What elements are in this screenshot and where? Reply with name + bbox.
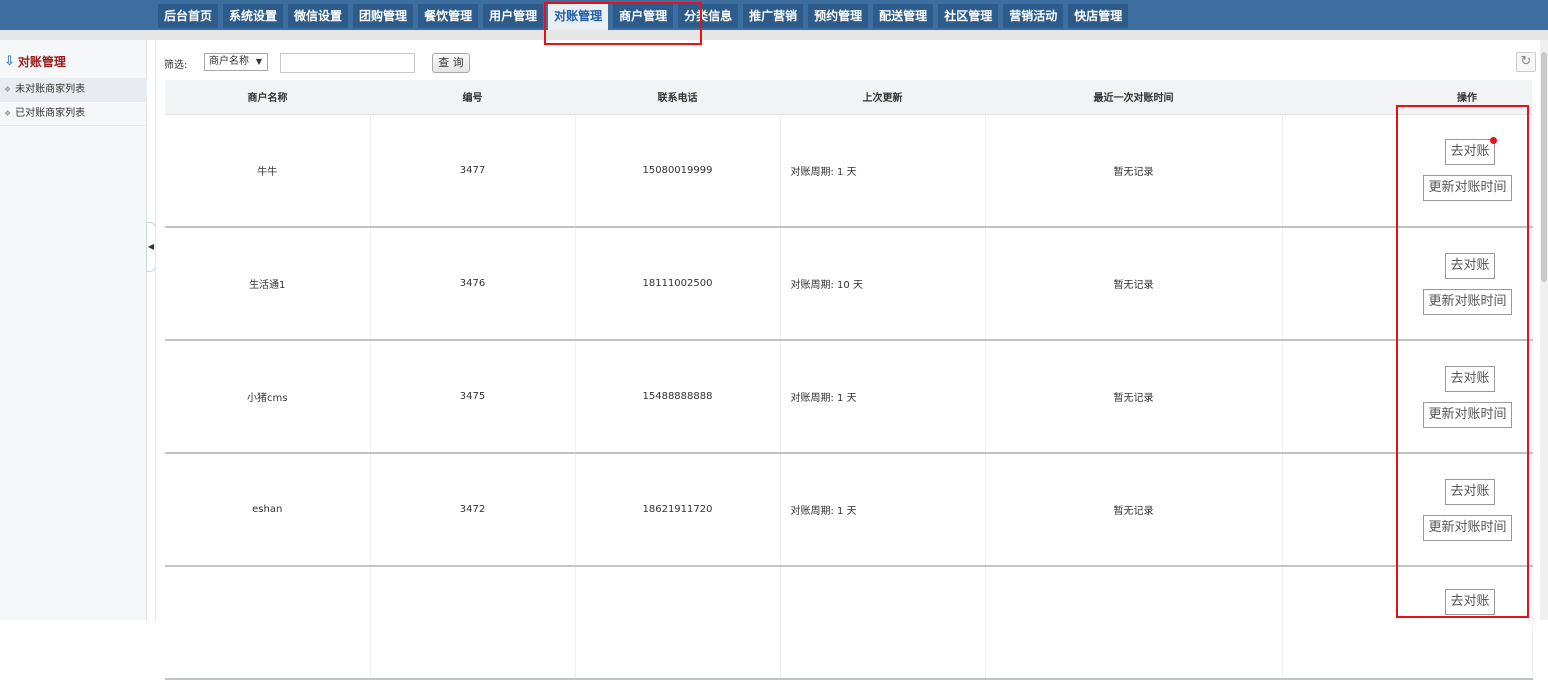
cell-merchant-name: eshan: [165, 453, 371, 567]
filter-label: 筛选:: [164, 60, 188, 71]
tab-quick-store[interactable]: 快店管理: [1068, 4, 1129, 28]
sub-bar: [0, 30, 1548, 40]
tab-catering[interactable]: 餐饮管理: [418, 4, 479, 28]
tab-community[interactable]: 社区管理: [938, 4, 999, 28]
table-row: 牛牛 3477 15080019999 对账周期: 1 天 暂无记录 去对账 更…: [165, 114, 1533, 228]
cell-last-reconcile: 暂无记录: [985, 227, 1283, 341]
sidebar-item-label: 未对账商家列表: [15, 84, 86, 95]
cell-phone: 15488888888: [575, 340, 781, 454]
cell-id: 3475: [370, 340, 576, 454]
highlight-box-actions: [1396, 105, 1529, 618]
header-last-reconcile-time[interactable]: 最近一次对账时间: [985, 80, 1282, 115]
cell-phone: 18111002500: [575, 227, 781, 341]
cell-id: 3476: [370, 227, 576, 341]
sidebar: ⇩ 对账管理 ❖ 未对账商家列表 ❖ 已对账商家列表: [0, 40, 147, 620]
cell-cycle: 对账周期: 1 天: [780, 114, 986, 228]
refresh-icon[interactable]: ↻: [1516, 52, 1536, 72]
cell-last-reconcile: 暂无记录: [985, 114, 1283, 228]
divider: [155, 40, 156, 620]
table-header-row: 商户名称 编号 联系电话 上次更新 最近一次对账时间 操作: [165, 80, 1532, 115]
header-phone[interactable]: 联系电话: [575, 80, 780, 115]
top-navigation-bar: 后台首页 系统设置 微信设置 团购管理 餐饮管理 用户管理 对账管理 商户管理 …: [0, 0, 1548, 30]
header-merchant-name[interactable]: 商户名称: [165, 80, 370, 115]
table-row: 小猪cms 3475 15488888888 对账周期: 1 天 暂无记录 去对…: [165, 340, 1533, 454]
dropdown-arrow-icon: ▼: [255, 57, 262, 66]
cell-id: 3477: [370, 114, 576, 228]
tab-users[interactable]: 用户管理: [483, 4, 544, 28]
tab-marketing[interactable]: 营销活动: [1003, 4, 1064, 28]
bullet-arrow-icon: ❖: [4, 85, 12, 94]
tab-group-buy[interactable]: 团购管理: [353, 4, 414, 28]
cell-cycle: 对账周期: 1 天: [780, 453, 986, 567]
filter-select-value: 商户名称: [209, 56, 249, 67]
bullet-arrow-icon: ❖: [4, 109, 12, 118]
header-last-update[interactable]: 上次更新: [780, 80, 985, 115]
scrollbar-thumb[interactable]: [1541, 52, 1547, 282]
cell-merchant-name: 生活通1: [165, 227, 371, 341]
table-row: eshan 3472 18621911720 对账周期: 1 天 暂无记录 去对…: [165, 453, 1533, 567]
search-input[interactable]: [280, 53, 415, 73]
table-row: 生活通1 3476 18111002500 对账周期: 10 天 暂无记录 去对…: [165, 227, 1533, 341]
highlight-box-tab: [544, 2, 702, 45]
tab-appointments[interactable]: 预约管理: [808, 4, 869, 28]
cell-merchant-name: 牛牛: [165, 114, 371, 228]
sidebar-item-reconciled[interactable]: ❖ 已对账商家列表: [0, 102, 147, 126]
cell-merchant-name: 小猪cms: [165, 340, 371, 454]
cell-cycle: [780, 566, 986, 680]
cell-phone: [575, 566, 781, 680]
merchant-table: 商户名称 编号 联系电话 上次更新 最近一次对账时间 操作 牛牛 3477 15…: [165, 80, 1533, 680]
query-button[interactable]: 查 询: [432, 53, 470, 73]
tab-delivery[interactable]: 配送管理: [873, 4, 934, 28]
cell-id: 3472: [370, 453, 576, 567]
cell-phone: 18621911720: [575, 453, 781, 567]
tab-wechat-settings[interactable]: 微信设置: [288, 4, 349, 28]
sidebar-item-label: 已对账商家列表: [15, 108, 86, 119]
arrow-down-outline-icon: ⇩: [4, 54, 15, 69]
cell-id: [370, 566, 576, 680]
table-row: 去对账: [165, 566, 1533, 680]
cell-cycle: 对账周期: 10 天: [780, 227, 986, 341]
tab-system-settings[interactable]: 系统设置: [223, 4, 284, 28]
cell-cycle: 对账周期: 1 天: [780, 340, 986, 454]
cell-last-reconcile: [985, 566, 1283, 680]
cell-last-reconcile: 暂无记录: [985, 453, 1283, 567]
cell-phone: 15080019999: [575, 114, 781, 228]
header-id[interactable]: 编号: [370, 80, 575, 115]
sidebar-title-label: 对账管理: [17, 55, 66, 69]
tab-home[interactable]: 后台首页: [158, 4, 219, 28]
cell-last-reconcile: 暂无记录: [985, 340, 1283, 454]
filter-field-select[interactable]: 商户名称 ▼: [204, 53, 268, 71]
cell-merchant-name: [165, 566, 371, 680]
tab-promotion[interactable]: 推广营销: [743, 4, 804, 28]
sidebar-item-unreconciled[interactable]: ❖ 未对账商家列表: [0, 78, 147, 102]
sidebar-title: ⇩ 对账管理: [4, 53, 66, 70]
